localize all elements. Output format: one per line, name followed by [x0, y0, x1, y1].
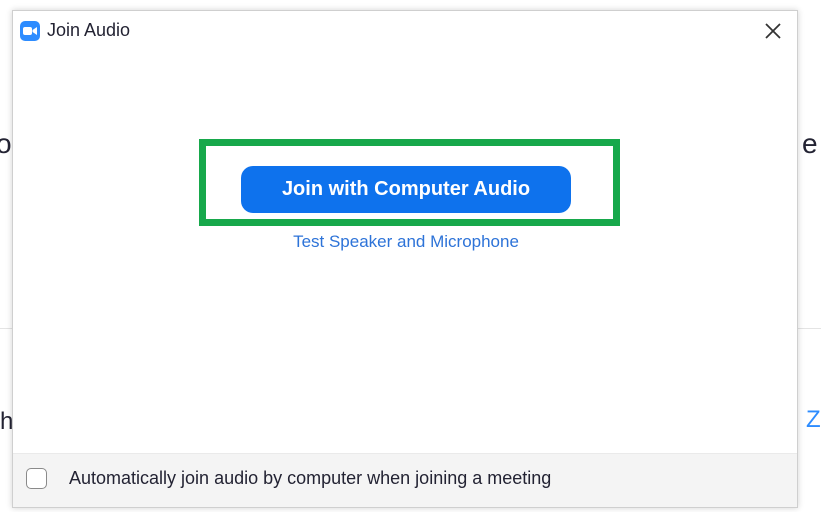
background-link-fragment: Z [806, 406, 821, 433]
join-with-computer-audio-button[interactable]: Join with Computer Audio [241, 166, 571, 213]
dialog-footer: Automatically join audio by computer whe… [13, 453, 797, 507]
zoom-camera-icon [20, 21, 40, 41]
dialog-titlebar: Join Audio [13, 11, 797, 51]
background-text-fragment: e [802, 128, 818, 159]
dialog-title: Join Audio [47, 20, 131, 40]
test-speaker-microphone-link[interactable]: Test Speaker and Microphone [13, 232, 799, 252]
auto-join-audio-checkbox[interactable] [26, 468, 47, 489]
background-text-fragment: o [0, 128, 12, 159]
auto-join-audio-label[interactable]: Automatically join audio by computer whe… [69, 468, 551, 489]
join-audio-dialog: Join Audio Join with Computer Audio Test… [12, 10, 798, 508]
close-icon[interactable] [761, 19, 785, 43]
